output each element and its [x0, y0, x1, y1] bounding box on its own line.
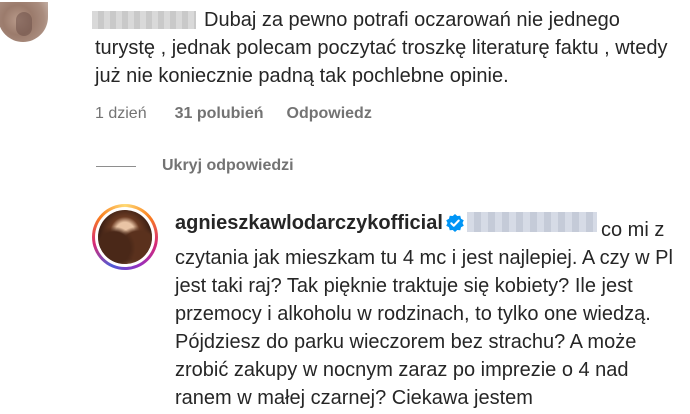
comment-timestamp[interactable]: 1 dzień	[95, 105, 147, 123]
story-ring[interactable]	[92, 204, 158, 270]
reply-body: co mi z czytania jak mieszkam tu 4 mc i …	[175, 216, 680, 412]
reply-button[interactable]: Odpowiedz	[287, 105, 372, 123]
thread-divider-line	[96, 166, 136, 167]
reply-author-avatar[interactable]	[98, 210, 152, 264]
hide-replies-button[interactable]: Ukryj odpowiedzi	[162, 157, 294, 175]
comment-text: Dubaj za pewno potrafi oczarowań nie jed…	[95, 9, 668, 87]
comment-likes-count[interactable]: 31 polubień	[175, 105, 264, 123]
commenter-avatar[interactable]	[0, 2, 48, 42]
comment-meta: 1 dzień 31 polubień Odpowiedz	[95, 105, 372, 123]
comment-body: Dubaj za pewno potrafi oczarowań nie jed…	[95, 6, 685, 90]
reply-text: co mi z czytania jak mieszkam tu 4 mc i …	[175, 219, 673, 409]
